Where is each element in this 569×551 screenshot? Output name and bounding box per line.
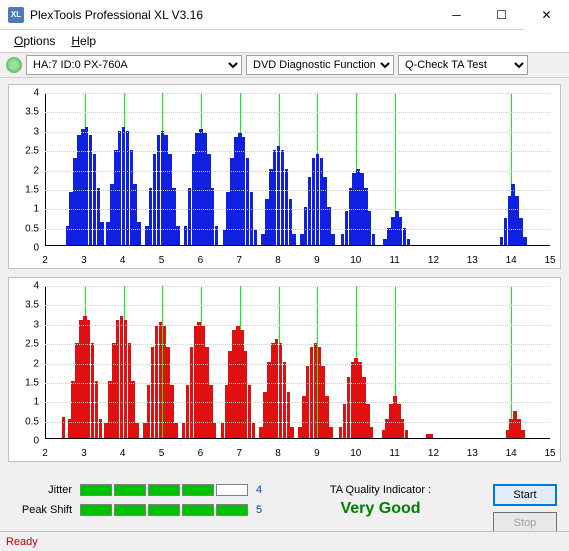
meter-segment [182,504,214,516]
window-title: PlexTools Professional XL V3.16 [30,8,434,22]
titlebar: XL PlexTools Professional XL V3.16 ─ ☐ ✕ [0,0,569,30]
meter-segment [114,484,146,496]
meter-segment [148,504,180,516]
peakshift-bars [80,504,248,516]
peakshift-value: 5 [256,504,268,516]
minimize-button[interactable]: ─ [434,0,479,30]
ta-quality-label: TA Quality Indicator : [288,484,473,496]
menu-options[interactable]: Options [8,32,61,50]
meter-segment [148,484,180,496]
start-button[interactable]: Start [493,484,557,506]
meter-segment [182,484,214,496]
peakshift-label: Peak Shift [12,504,72,516]
status-text: Ready [6,536,38,548]
maximize-button[interactable]: ☐ [479,0,524,30]
meters: Jitter 4 Peak Shift 5 [12,484,268,516]
disc-icon [6,57,22,73]
chart-top: 00.511.522.533.5423456789101112131415 [8,84,561,269]
chart-bottom: 00.511.522.533.5423456789101112131415 [8,277,561,462]
close-button[interactable]: ✕ [524,0,569,30]
meter-segment [80,484,112,496]
menubar: Options Help [0,30,569,52]
charts-container: 00.511.522.533.5423456789101112131415 00… [0,78,569,476]
app-icon: XL [8,7,24,23]
test-select[interactable]: Q-Check TA Test [398,55,528,75]
drive-select[interactable]: HA:7 ID:0 PX-760A [26,55,242,75]
jitter-label: Jitter [12,484,72,496]
jitter-value: 4 [256,484,268,496]
jitter-bars [80,484,248,496]
ta-quality-value: Very Good [288,500,473,518]
function-select[interactable]: DVD Diagnostic Functions [246,55,394,75]
jitter-row: Jitter 4 [12,484,268,496]
menu-help[interactable]: Help [65,32,102,50]
statusbar: Ready [0,531,569,551]
peakshift-row: Peak Shift 5 [12,504,268,516]
meter-segment [216,484,248,496]
meter-segment [114,504,146,516]
meter-segment [80,504,112,516]
ta-quality: TA Quality Indicator : Very Good [288,484,473,518]
meter-segment [216,504,248,516]
action-buttons: Start Stop [493,484,557,534]
toolbar: HA:7 ID:0 PX-760A DVD Diagnostic Functio… [0,52,569,78]
